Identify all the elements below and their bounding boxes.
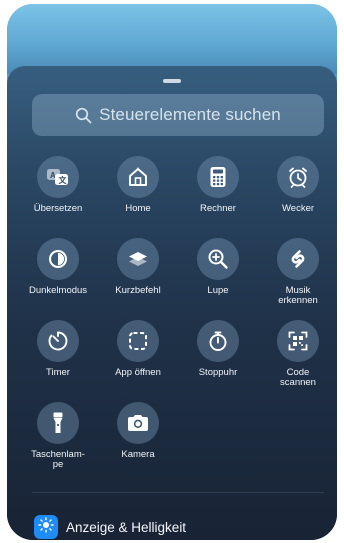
control-timer[interactable]: Timer bbox=[20, 320, 96, 378]
camera-icon bbox=[126, 413, 150, 433]
control-label: Rechner bbox=[200, 203, 236, 214]
control-shortcuts[interactable]: Kurzbefehl bbox=[100, 238, 176, 296]
dark-mode-icon bbox=[47, 248, 69, 270]
translate-icon: A 文 bbox=[46, 167, 70, 187]
control-code-scanner[interactable]: Code scannen bbox=[260, 320, 336, 388]
control-label: Wecker bbox=[281, 203, 315, 214]
control-open-app[interactable]: App öffnen bbox=[100, 320, 176, 378]
home-icon bbox=[127, 166, 149, 188]
flashlight-icon bbox=[47, 411, 69, 435]
control-magnifier[interactable]: Lupe bbox=[180, 238, 256, 296]
section-display-brightness[interactable]: Anzeige & Helligkeit bbox=[34, 515, 186, 539]
qr-code-icon bbox=[287, 330, 309, 352]
control-alarm[interactable]: Wecker bbox=[260, 156, 336, 214]
background-app bbox=[7, 4, 337, 74]
calculator-icon bbox=[209, 166, 227, 188]
control-dark-mode[interactable]: Dunkelmodus bbox=[20, 238, 96, 296]
stopwatch-icon bbox=[207, 330, 229, 352]
control-flashlight[interactable]: Taschenlam- pe bbox=[20, 402, 96, 470]
control-label: App öffnen bbox=[115, 367, 161, 378]
control-music-recognition[interactable]: Musik erkennen bbox=[260, 238, 336, 306]
shortcuts-icon bbox=[127, 248, 149, 270]
control-camera[interactable]: Kamera bbox=[100, 402, 176, 460]
alarm-clock-icon bbox=[287, 166, 309, 188]
control-label: Code scannen bbox=[280, 367, 316, 388]
control-translate[interactable]: A 文 Übersetzen bbox=[20, 156, 96, 214]
control-label: Lupe bbox=[207, 285, 229, 296]
control-label: Stoppuhr bbox=[198, 367, 238, 378]
magnifier-zoom-icon bbox=[207, 248, 229, 270]
shazam-icon bbox=[287, 248, 309, 270]
control-label: Taschenlam- pe bbox=[31, 449, 85, 470]
sun-icon bbox=[38, 516, 54, 538]
control-label: Übersetzen bbox=[33, 203, 83, 214]
control-label: Dunkelmodus bbox=[28, 285, 88, 296]
control-label: Kurzbefehl bbox=[115, 285, 161, 296]
control-label: Home bbox=[125, 203, 151, 214]
control-calculator[interactable]: Rechner bbox=[180, 156, 256, 214]
controls-grid: A 文 Übersetzen Home Rechner Wecker Dunke… bbox=[7, 66, 337, 540]
controls-gallery-sheet: Steuerelemente suchen A 文 Übersetzen Hom… bbox=[7, 66, 337, 540]
phone-screen: Steuerelemente suchen A 文 Übersetzen Hom… bbox=[7, 4, 337, 540]
control-home[interactable]: Home bbox=[100, 156, 176, 214]
control-stopwatch[interactable]: Stoppuhr bbox=[180, 320, 256, 378]
svg-text:文: 文 bbox=[59, 175, 68, 185]
timer-icon bbox=[47, 330, 69, 352]
control-label: Musik erkennen bbox=[278, 285, 318, 306]
section-title: Anzeige & Helligkeit bbox=[66, 519, 187, 535]
control-label: Timer bbox=[46, 367, 70, 378]
open-app-icon bbox=[127, 330, 149, 352]
section-divider bbox=[32, 492, 324, 493]
control-label: Kamera bbox=[121, 449, 155, 460]
